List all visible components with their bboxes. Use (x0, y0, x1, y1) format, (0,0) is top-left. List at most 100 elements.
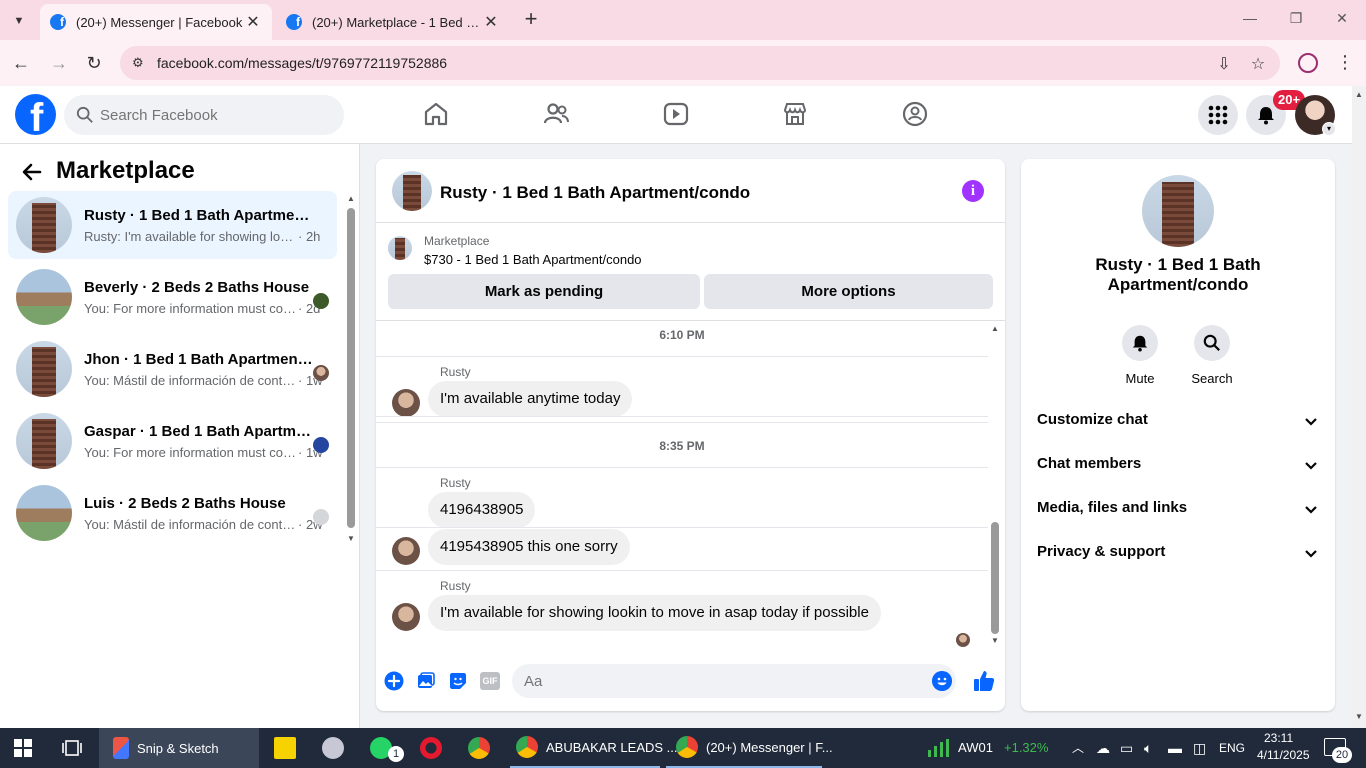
sender-avatar[interactable] (392, 537, 420, 565)
chevron-down-icon (1305, 418, 1317, 426)
stock-name[interactable]: AW01 (958, 728, 993, 768)
search-in-conversation-button[interactable]: Search (1182, 325, 1242, 386)
browser-toolbar: ← → ↻ ⚙ facebook.com/messages/t/97697721… (0, 40, 1366, 86)
show-hidden-icons-chevron-icon[interactable]: ︿ (1072, 728, 1084, 768)
account-chevron-icon[interactable]: ▾ (1322, 122, 1336, 136)
close-tab-icon[interactable]: ✕ (244, 12, 262, 32)
taskbar-snip-sketch[interactable]: Snip & Sketch (99, 728, 259, 768)
onedrive-cloud-icon[interactable]: ☁ (1096, 728, 1110, 768)
listing-card: Marketplace $730 - 1 Bed 1 Bath Apartmen… (376, 224, 1005, 321)
listing-avatar[interactable] (1142, 175, 1214, 247)
stock-chart-icon[interactable] (926, 738, 950, 758)
url-text[interactable]: facebook.com/messages/t/9769772119752886 (157, 55, 447, 71)
new-tab-plus-icon[interactable]: + (520, 8, 542, 30)
menu-grid-icon[interactable] (1198, 95, 1238, 135)
listing-thumbnail (16, 197, 72, 253)
privacy-support-section[interactable]: Privacy & support (1037, 543, 1321, 567)
message-bubble[interactable]: 4195438905 this one sorry (428, 529, 630, 565)
gif-icon[interactable]: GIF (480, 672, 500, 690)
volume-icon[interactable]: 🔈︎ (1144, 728, 1152, 768)
chat-title[interactable]: Rusty · 1 Bed 1 Bath Apartment/condo (440, 183, 750, 203)
bookmark-star-icon[interactable]: ☆ (1248, 54, 1268, 74)
stock-change[interactable]: +1.32% (1004, 728, 1048, 768)
site-info-icon[interactable]: ⚙ (132, 55, 148, 71)
message-bubble[interactable]: 4196438905 (428, 492, 536, 528)
mute-button[interactable]: Mute (1110, 325, 1170, 386)
tab-messenger[interactable]: f (20+) Messenger | Facebook ✕ (40, 4, 272, 40)
clock-time[interactable]: 23:11 (1264, 731, 1293, 745)
conversation-item[interactable]: Gaspar · 1 Bed 1 Bath Apartment/condo Yo… (8, 407, 337, 475)
browser-profile-icon[interactable] (1298, 53, 1318, 73)
listing-thumbnail (16, 269, 72, 325)
media-files-links-section[interactable]: Media, files and links (1037, 499, 1321, 523)
taskbar-chrome[interactable] (456, 728, 506, 768)
chrome-icon (468, 737, 490, 759)
restore-icon[interactable]: ❐ (1284, 10, 1308, 30)
timestamp: 8:35 PM (659, 439, 705, 453)
sidebar-scrollbar[interactable]: ▲ ▼ (347, 194, 355, 544)
sticker-icon[interactable] (448, 671, 468, 691)
facebook-logo-icon[interactable]: f (15, 94, 56, 135)
customize-chat-section[interactable]: Customize chat (1037, 411, 1321, 435)
thumbs-up-like-icon[interactable] (972, 669, 996, 693)
add-plus-icon[interactable] (384, 671, 404, 691)
sticky-notes-icon (274, 737, 296, 759)
taskbar-whatsapp[interactable]: 1 (358, 728, 406, 768)
taskbar-chrome-window-2[interactable]: (20+) Messenger | F... (666, 728, 833, 768)
emoji-icon[interactable] (932, 671, 952, 691)
listing-price[interactable]: $730 - 1 Bed 1 Bath Apartment/condo (424, 252, 642, 267)
opera-icon (420, 737, 442, 759)
network-icon[interactable]: ▭ (1120, 728, 1133, 768)
facebook-search-input[interactable] (64, 95, 344, 135)
reload-icon[interactable]: ↻ (83, 52, 105, 74)
taskbar-opera[interactable] (408, 728, 454, 768)
home-icon[interactable] (422, 100, 450, 128)
chat-scrollbar[interactable]: ▲ ▼ (990, 322, 1000, 652)
sender-avatar[interactable] (392, 603, 420, 631)
tab-marketplace[interactable]: f (20+) Marketplace - 1 Bed 1 Bath ✕ (276, 4, 510, 40)
page-scrollbar[interactable]: ▲ ▼ (1352, 86, 1366, 728)
chat-listing-avatar[interactable] (392, 171, 432, 211)
clock-date[interactable]: 4/11/2025 (1257, 748, 1310, 762)
groups-icon[interactable] (901, 100, 929, 128)
mark-as-pending-button[interactable]: Mark as pending (388, 274, 700, 309)
more-options-button[interactable]: More options (704, 274, 993, 309)
install-app-icon[interactable]: ⇩ (1214, 54, 1234, 74)
conversation-info-panel: Rusty · 1 Bed 1 Bath Apartment/condo Mut… (1021, 159, 1335, 711)
forward-icon[interactable]: → (48, 52, 70, 74)
camera-icon[interactable]: ◫ (1193, 728, 1206, 768)
sender-avatar[interactable] (392, 389, 420, 417)
conversation-item[interactable]: Luis · 2 Beds 2 Baths House You: Mástil … (8, 479, 337, 547)
conversation-item[interactable]: Jhon · 1 Bed 1 Bath Apartment/condo You:… (8, 335, 337, 403)
address-bar[interactable]: ⚙ facebook.com/messages/t/97697721197528… (120, 46, 1280, 80)
back-icon[interactable]: ← (10, 52, 32, 74)
marketplace-icon[interactable] (781, 100, 809, 128)
message-list: 6:10 PM Rusty I'm available anytime toda… (376, 322, 1005, 657)
battery-icon[interactable]: ▬ (1168, 728, 1182, 768)
info-icon[interactable]: i (962, 180, 984, 202)
friends-icon[interactable] (542, 100, 570, 128)
windows-start-icon[interactable] (14, 739, 32, 757)
search-icon (76, 106, 93, 123)
message-bubble[interactable]: I'm available for showing lookin to move… (428, 595, 881, 631)
message-bubble[interactable]: I'm available anytime today (428, 381, 633, 417)
taskbar-app[interactable] (310, 728, 356, 768)
chat-members-section[interactable]: Chat members (1037, 455, 1321, 479)
window-close-icon[interactable]: ✕ (1330, 10, 1354, 30)
chrome-icon (516, 736, 538, 758)
browser-menu-icon[interactable]: ⋮ (1336, 52, 1354, 74)
language-indicator[interactable]: ENG (1219, 728, 1245, 768)
conversation-item[interactable]: Rusty · 1 Bed 1 Bath Apartment/condo Rus… (8, 191, 337, 259)
watch-icon[interactable] (662, 100, 690, 128)
close-tab-icon[interactable]: ✕ (482, 12, 500, 32)
tab-search-chevron-icon[interactable]: ▼ (8, 10, 30, 32)
conversation-item[interactable]: Beverly · 2 Beds 2 Baths House You: For … (8, 263, 337, 331)
task-view-icon[interactable] (62, 739, 82, 757)
taskbar-chrome-window-1[interactable]: ABUBAKAR LEADS ... (510, 728, 678, 768)
back-arrow-icon[interactable] (20, 160, 44, 184)
app-icon (322, 737, 344, 759)
minimize-icon[interactable]: — (1238, 10, 1262, 30)
message-input[interactable] (512, 664, 956, 698)
photo-icon[interactable] (416, 671, 436, 691)
taskbar-sticky-notes[interactable] (262, 728, 308, 768)
